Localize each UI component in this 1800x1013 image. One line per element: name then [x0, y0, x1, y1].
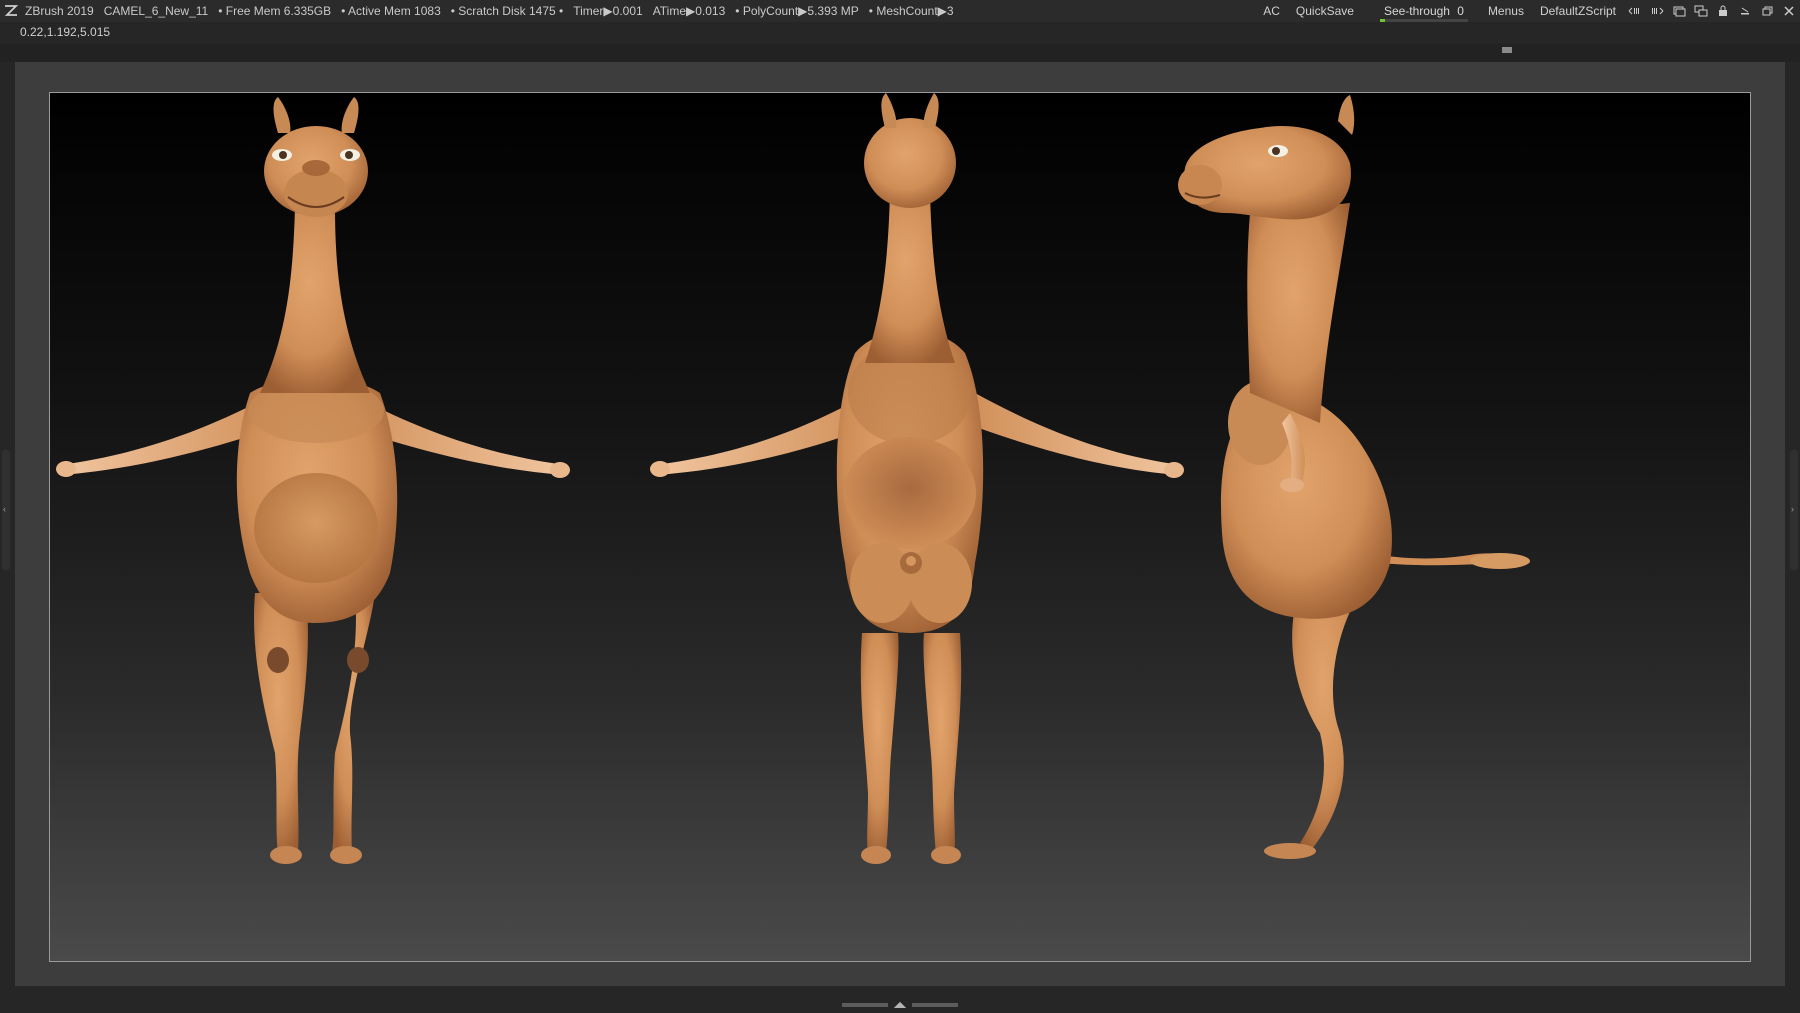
3d-viewport[interactable]: [49, 92, 1751, 962]
right-tray-handle[interactable]: ›: [1790, 450, 1798, 570]
shelf-handle[interactable]: [1502, 47, 1512, 53]
top-shelf: [0, 44, 1800, 62]
close-icon[interactable]: [1778, 0, 1800, 22]
see-through-value: 0: [1457, 4, 1464, 18]
active-mem: • Active Mem 1083: [341, 4, 441, 18]
ac-button[interactable]: AC: [1255, 4, 1288, 18]
minimize-icon[interactable]: [1734, 0, 1756, 22]
interface-icon-1[interactable]: [1668, 0, 1690, 22]
bottom-tray-handle[interactable]: ◢◣: [840, 1000, 960, 1009]
see-through-track[interactable]: [1379, 19, 1468, 22]
scratch-disk: • Scratch Disk 1475 •: [450, 4, 564, 18]
menus-button[interactable]: Menus: [1480, 4, 1532, 18]
see-through-fill: [1379, 19, 1386, 22]
see-through-label: See-through: [1383, 4, 1450, 18]
left-tray-handle[interactable]: ‹: [2, 450, 10, 570]
default-zscript-button[interactable]: DefaultZScript: [1532, 4, 1624, 18]
camel-front-view: [56, 97, 570, 864]
see-through-slider[interactable]: See-through 0: [1379, 4, 1468, 22]
expand-collapse-icon: ◢◣: [893, 1000, 907, 1009]
camel-back-view: [650, 93, 1184, 864]
free-mem: • Free Mem 6.335GB: [218, 4, 332, 18]
zbrush-logo-icon[interactable]: [2, 2, 20, 20]
timer: Timer▶0.001: [573, 4, 643, 18]
lock-icon[interactable]: [1712, 0, 1734, 22]
layout-right-icon[interactable]: [1646, 0, 1668, 22]
bottom-shelf: ◢◣: [0, 994, 1800, 1013]
camel-model-render: [56, 93, 1530, 864]
cursor-coordinates: 0.22,1.192,5.015: [20, 25, 111, 39]
meshcount: • MeshCount▶3: [868, 4, 954, 18]
project-name: CAMEL_6_New_11: [103, 4, 209, 18]
chevron-left-icon: ‹: [3, 504, 6, 514]
atime: ATime▶0.013: [652, 4, 726, 18]
zbrush-window: ZBrush 2019 CAMEL_6_New_11 • Free Mem 6.…: [0, 0, 1800, 1013]
polycount: • PolyCount▶5.393 MP: [735, 4, 859, 18]
title-bar: ZBrush 2019 CAMEL_6_New_11 • Free Mem 6.…: [0, 0, 1800, 22]
tray-bar-right: [912, 1003, 959, 1007]
restore-icon[interactable]: [1756, 0, 1778, 22]
camel-side-view: [1178, 95, 1530, 859]
title-bar-controls: AC QuickSave See-through 0 Menus Default…: [1255, 0, 1800, 22]
quicksave-button[interactable]: QuickSave: [1288, 4, 1362, 18]
interface-icon-2[interactable]: [1690, 0, 1712, 22]
layout-left-icon[interactable]: [1624, 0, 1646, 22]
tray-bar-left: [841, 1003, 888, 1007]
app-name: ZBrush 2019: [25, 4, 94, 18]
document-canvas-frame: [15, 62, 1785, 986]
chevron-right-icon: ›: [1791, 504, 1794, 514]
